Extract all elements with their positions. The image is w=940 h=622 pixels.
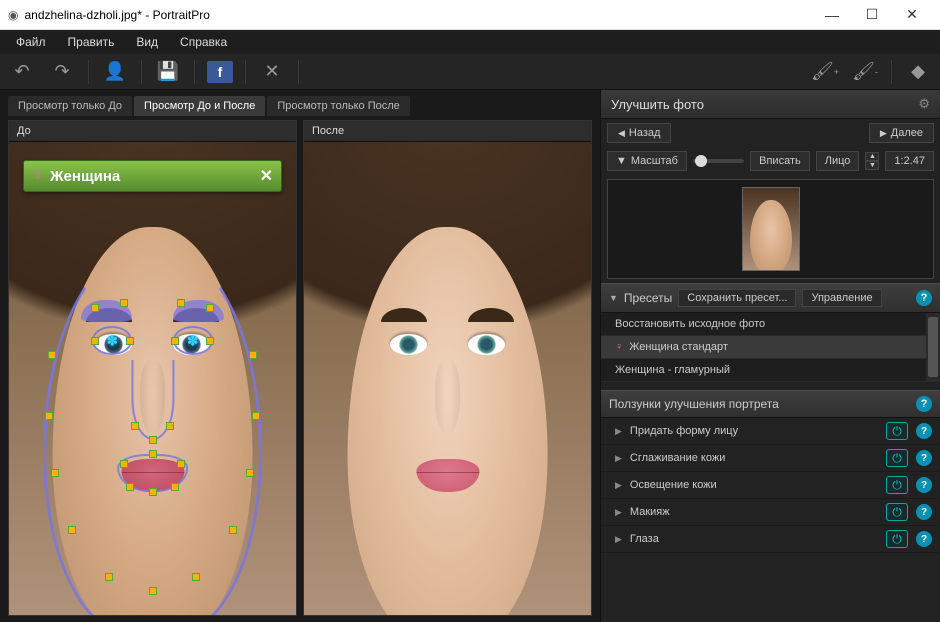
undo-button[interactable]: ↶ <box>8 58 36 86</box>
before-view: До ♀ Женщина ✕ <box>8 120 297 616</box>
view-tabs: Просмотр только До Просмотр До и После П… <box>4 96 596 116</box>
chevron-down-icon: ▼ <box>609 293 618 303</box>
power-toggle[interactable]: ⏻ <box>886 449 908 467</box>
power-toggle[interactable]: ⏻ <box>886 422 908 440</box>
gender-tag[interactable]: ♀ Женщина ✕ <box>23 160 282 192</box>
slider-skin-lighting[interactable]: ▶Освещение кожи⏻? <box>601 472 940 499</box>
help-icon[interactable]: ? <box>916 504 932 520</box>
slider-skin-smoothing[interactable]: ▶Сглаживание кожи⏻? <box>601 445 940 472</box>
chevron-right-icon: ▶ <box>615 507 622 518</box>
help-icon[interactable]: ? <box>916 290 932 306</box>
delete-button[interactable]: ✕ <box>258 58 286 86</box>
close-button[interactable]: ✕ <box>892 1 932 29</box>
toolbar: ↶ ↷ 👤 💾 f ✕ 🖌+ 🖌- ◆ <box>0 54 940 90</box>
fit-button[interactable]: Вписать <box>750 151 810 171</box>
help-icon[interactable]: ? <box>916 531 932 547</box>
presets-title: Пресеты <box>624 291 672 305</box>
scrollbar[interactable] <box>926 313 940 382</box>
gender-label: Женщина <box>50 168 120 185</box>
before-label: До <box>9 121 296 142</box>
after-image[interactable] <box>304 142 591 615</box>
help-icon[interactable]: ? <box>916 450 932 466</box>
tab-before-only[interactable]: Просмотр только До <box>8 96 132 116</box>
menu-bar: Файл Править Вид Справка <box>0 30 940 54</box>
manage-presets-button[interactable]: Управление <box>802 289 881 307</box>
menu-help[interactable]: Справка <box>170 32 237 52</box>
window-title: andzhelina-dzholi.jpg* - PortraitPro <box>24 8 812 22</box>
right-panel: Улучшить фото ⚙ ◀Назад ▶Далее ▼Масштаб В… <box>600 90 940 622</box>
preset-restore[interactable]: Восстановить исходное фото <box>601 313 940 336</box>
next-button[interactable]: ▶Далее <box>869 123 934 143</box>
gender-close-icon[interactable]: ✕ <box>260 166 273 186</box>
after-view: После <box>303 120 592 616</box>
facebook-button[interactable]: f <box>207 61 233 83</box>
chevron-down-icon: ▼ <box>616 155 627 167</box>
tab-before-after[interactable]: Просмотр До и После <box>134 96 265 116</box>
sliders-list: ▶Придать форму лицу⏻? ▶Сглаживание кожи⏻… <box>601 418 940 553</box>
chevron-right-icon: ▶ <box>615 453 622 464</box>
power-toggle[interactable]: ⏻ <box>886 503 908 521</box>
separator <box>194 60 195 84</box>
redo-button[interactable]: ↷ <box>48 58 76 86</box>
navigator-thumbnail[interactable] <box>607 179 934 279</box>
slider-face-shape[interactable]: ▶Придать форму лицу⏻? <box>601 418 940 445</box>
chevron-right-icon: ▶ <box>615 426 622 437</box>
help-icon[interactable]: ? <box>916 423 932 439</box>
zoom-ratio: 1:2.47 <box>885 151 934 171</box>
menu-edit[interactable]: Править <box>58 32 125 52</box>
separator <box>88 60 89 84</box>
face-button[interactable]: Лицо <box>816 151 860 171</box>
after-label: После <box>304 121 591 142</box>
preset-standard[interactable]: ♀Женщина стандарт <box>601 336 940 359</box>
chevron-right-icon: ▶ <box>615 534 622 545</box>
separator <box>891 60 892 84</box>
layers-button[interactable]: ◆ <box>904 58 932 86</box>
sliders-header: Ползунки улучшения портрета ? <box>601 390 940 418</box>
slider-thumb[interactable] <box>695 155 707 167</box>
before-image[interactable]: ♀ Женщина ✕ <box>9 142 296 615</box>
help-icon[interactable]: ? <box>916 477 932 493</box>
preset-glamour[interactable]: Женщина - гламурный <box>601 359 940 382</box>
preset-list: Восстановить исходное фото ♀Женщина стан… <box>601 313 940 382</box>
brush-add-button[interactable]: 🖌+ <box>811 58 839 86</box>
app-icon: ◉ <box>8 8 18 22</box>
add-person-button[interactable]: 👤 <box>101 58 129 86</box>
nav-row: ◀Назад ▶Далее <box>601 119 940 147</box>
menu-file[interactable]: Файл <box>6 32 56 52</box>
brush-remove-button[interactable]: 🖌- <box>851 58 879 86</box>
back-button[interactable]: ◀Назад <box>607 123 671 143</box>
save-button[interactable]: 💾 <box>154 58 182 86</box>
power-toggle[interactable]: ⏻ <box>886 476 908 494</box>
separator <box>298 60 299 84</box>
window-titlebar: ◉ andzhelina-dzholi.jpg* - PortraitPro —… <box>0 0 940 30</box>
presets-header[interactable]: ▼ Пресеты Сохранить пресет... Управление… <box>601 283 940 313</box>
slider-eyes[interactable]: ▶Глаза⏻? <box>601 526 940 553</box>
panel-title: Улучшить фото <box>611 97 704 112</box>
female-icon: ♀ <box>615 341 623 353</box>
menu-view[interactable]: Вид <box>126 32 168 52</box>
workspace: Просмотр только До Просмотр До и После П… <box>0 90 600 622</box>
power-toggle[interactable]: ⏻ <box>886 530 908 548</box>
slider-makeup[interactable]: ▶Макияж⏻? <box>601 499 940 526</box>
separator <box>245 60 246 84</box>
tab-after-only[interactable]: Просмотр только После <box>267 96 409 116</box>
help-icon[interactable]: ? <box>916 396 932 412</box>
minimize-button[interactable]: — <box>812 1 852 29</box>
scale-label[interactable]: ▼Масштаб <box>607 151 687 171</box>
maximize-button[interactable]: ☐ <box>852 1 892 29</box>
save-preset-button[interactable]: Сохранить пресет... <box>678 289 796 307</box>
separator <box>141 60 142 84</box>
zoom-spinner[interactable]: ▲▼ <box>865 152 879 170</box>
chevron-right-icon: ▶ <box>615 480 622 491</box>
panel-header: Улучшить фото ⚙ <box>601 90 940 119</box>
settings-icon[interactable]: ⚙ <box>918 96 930 112</box>
female-icon: ♀ <box>32 167 44 185</box>
zoom-slider[interactable] <box>693 159 744 163</box>
scale-row: ▼Масштаб Вписать Лицо ▲▼ 1:2.47 <box>601 147 940 175</box>
sliders-title: Ползунки улучшения портрета <box>609 397 779 411</box>
